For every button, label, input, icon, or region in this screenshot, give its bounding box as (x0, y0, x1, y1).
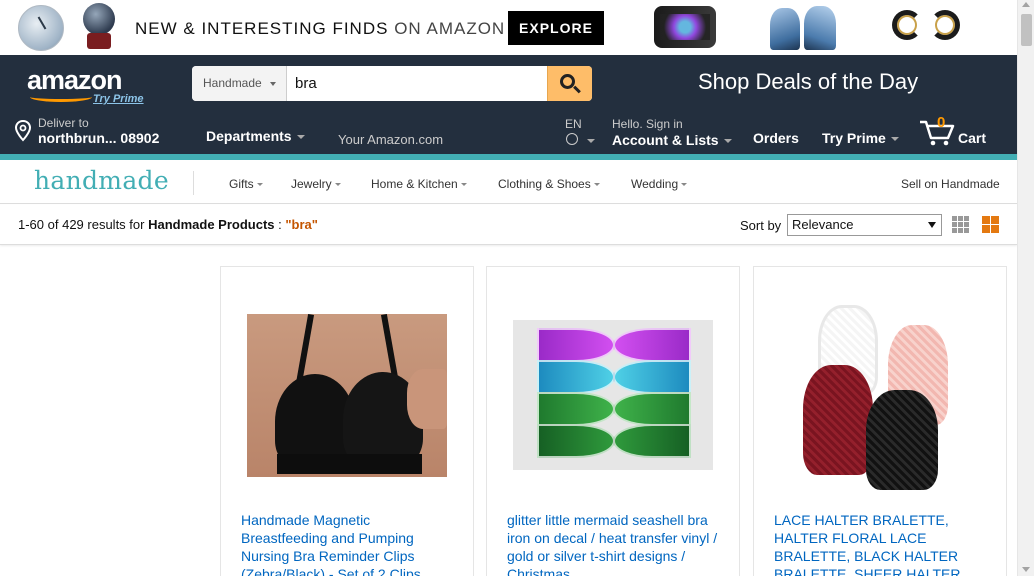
orders-link[interactable]: Orders (753, 130, 799, 146)
divider (193, 171, 194, 195)
ad-banner[interactable]: NEW & INTERESTING FINDS ON AMAZON EXPLOR… (0, 0, 1017, 55)
departments-menu[interactable]: Departments (206, 128, 305, 144)
banner-headline: NEW & INTERESTING FINDS ON AMAZON (135, 19, 506, 38)
cart-link[interactable]: 0 Cart (918, 114, 998, 146)
account-lists-menu[interactable]: Hello. Sign in Account & Lists (612, 117, 732, 148)
sort-label: Sort by (740, 218, 782, 233)
gallery-view-icon[interactable] (982, 216, 999, 233)
language-selector[interactable]: EN (565, 117, 595, 145)
chevron-down-icon (928, 222, 936, 228)
amazon-smile-icon (30, 92, 92, 102)
logo-try-prime-link[interactable]: Try Prime (93, 93, 144, 105)
earrings-product-image[interactable] (892, 10, 964, 46)
globe-icon (566, 133, 578, 145)
search-button[interactable] (547, 66, 592, 101)
grid-view-icon[interactable] (952, 216, 969, 233)
product-card[interactable]: Handmade Magnetic Breastfeeding and Pump… (220, 266, 474, 576)
chevron-down-icon (256, 183, 263, 187)
speaker-product-image[interactable] (654, 6, 716, 48)
product-card[interactable]: glitter little mermaid seashell bra iron… (486, 266, 740, 576)
amazon-logo[interactable]: amazon Try Prime (27, 65, 144, 105)
product-card[interactable]: LACE HALTER BRALETTE, HALTER FLORAL LACE… (753, 266, 1007, 576)
subnav-item-home-kitchen[interactable]: Home & Kitchen (371, 177, 467, 191)
globe-product-image[interactable] (81, 3, 117, 51)
chevron-down-icon (296, 135, 305, 140)
chevron-down-icon (334, 183, 341, 187)
your-amazon-link[interactable]: Your Amazon.com (338, 132, 443, 147)
shop-deals-banner[interactable]: Shop Deals of the Day (698, 69, 918, 95)
product-image[interactable] (247, 314, 447, 477)
results-count: 1-60 of 429 results for Handmade Product… (18, 217, 318, 232)
geode-product-image[interactable] (770, 6, 840, 50)
cart-label: Cart (958, 130, 987, 146)
try-prime-menu[interactable]: Try Prime (822, 130, 899, 146)
handmade-logo[interactable]: handmade (34, 166, 169, 195)
search-category-dropdown[interactable]: Handmade (192, 66, 287, 101)
scroll-down-icon[interactable] (1022, 567, 1030, 572)
wall-clock-product-image[interactable] (18, 5, 64, 51)
chevron-down-icon (890, 137, 899, 142)
main-navbar: amazon Try Prime Handmade Shop Deals of … (0, 55, 1017, 154)
results-bar: 1-60 of 429 results for Handmade Product… (0, 205, 1017, 245)
subnav-item-jewelry[interactable]: Jewelry (291, 177, 341, 191)
explore-button[interactable]: EXPLORE (508, 11, 604, 45)
product-image[interactable] (798, 295, 962, 495)
product-title-link[interactable]: glitter little mermaid seashell bra iron… (507, 511, 723, 576)
subnav-item-wedding[interactable]: Wedding (631, 177, 688, 191)
chevron-down-icon (681, 183, 688, 187)
subnav-item-gifts[interactable]: Gifts (229, 177, 263, 191)
sell-on-handmade-link[interactable]: Sell on Handmade (901, 177, 1000, 191)
product-image[interactable] (513, 320, 713, 470)
chevron-down-icon (587, 139, 595, 143)
chevron-down-icon (460, 183, 467, 187)
scroll-thumb[interactable] (1021, 14, 1032, 46)
sort-dropdown[interactable]: Relevance (787, 214, 942, 236)
product-title-link[interactable]: Handmade Magnetic Breastfeeding and Pump… (241, 511, 457, 576)
chevron-down-icon (723, 139, 732, 144)
location-pin-icon (15, 120, 31, 142)
chevron-down-icon (593, 183, 600, 187)
search-input[interactable] (287, 66, 547, 101)
scroll-up-icon[interactable] (1022, 2, 1030, 7)
subnav-item-clothing-shoes[interactable]: Clothing & Shoes (498, 177, 600, 191)
page-scrollbar[interactable] (1017, 0, 1034, 576)
search-bar: Handmade (192, 66, 592, 101)
product-title-link[interactable]: LACE HALTER BRALETTE, HALTER FLORAL LACE… (774, 511, 990, 576)
cart-count: 0 (937, 114, 946, 131)
handmade-subnav: handmade Gifts Jewelry Home & Kitchen Cl… (0, 160, 1017, 204)
chevron-down-icon (270, 82, 276, 86)
